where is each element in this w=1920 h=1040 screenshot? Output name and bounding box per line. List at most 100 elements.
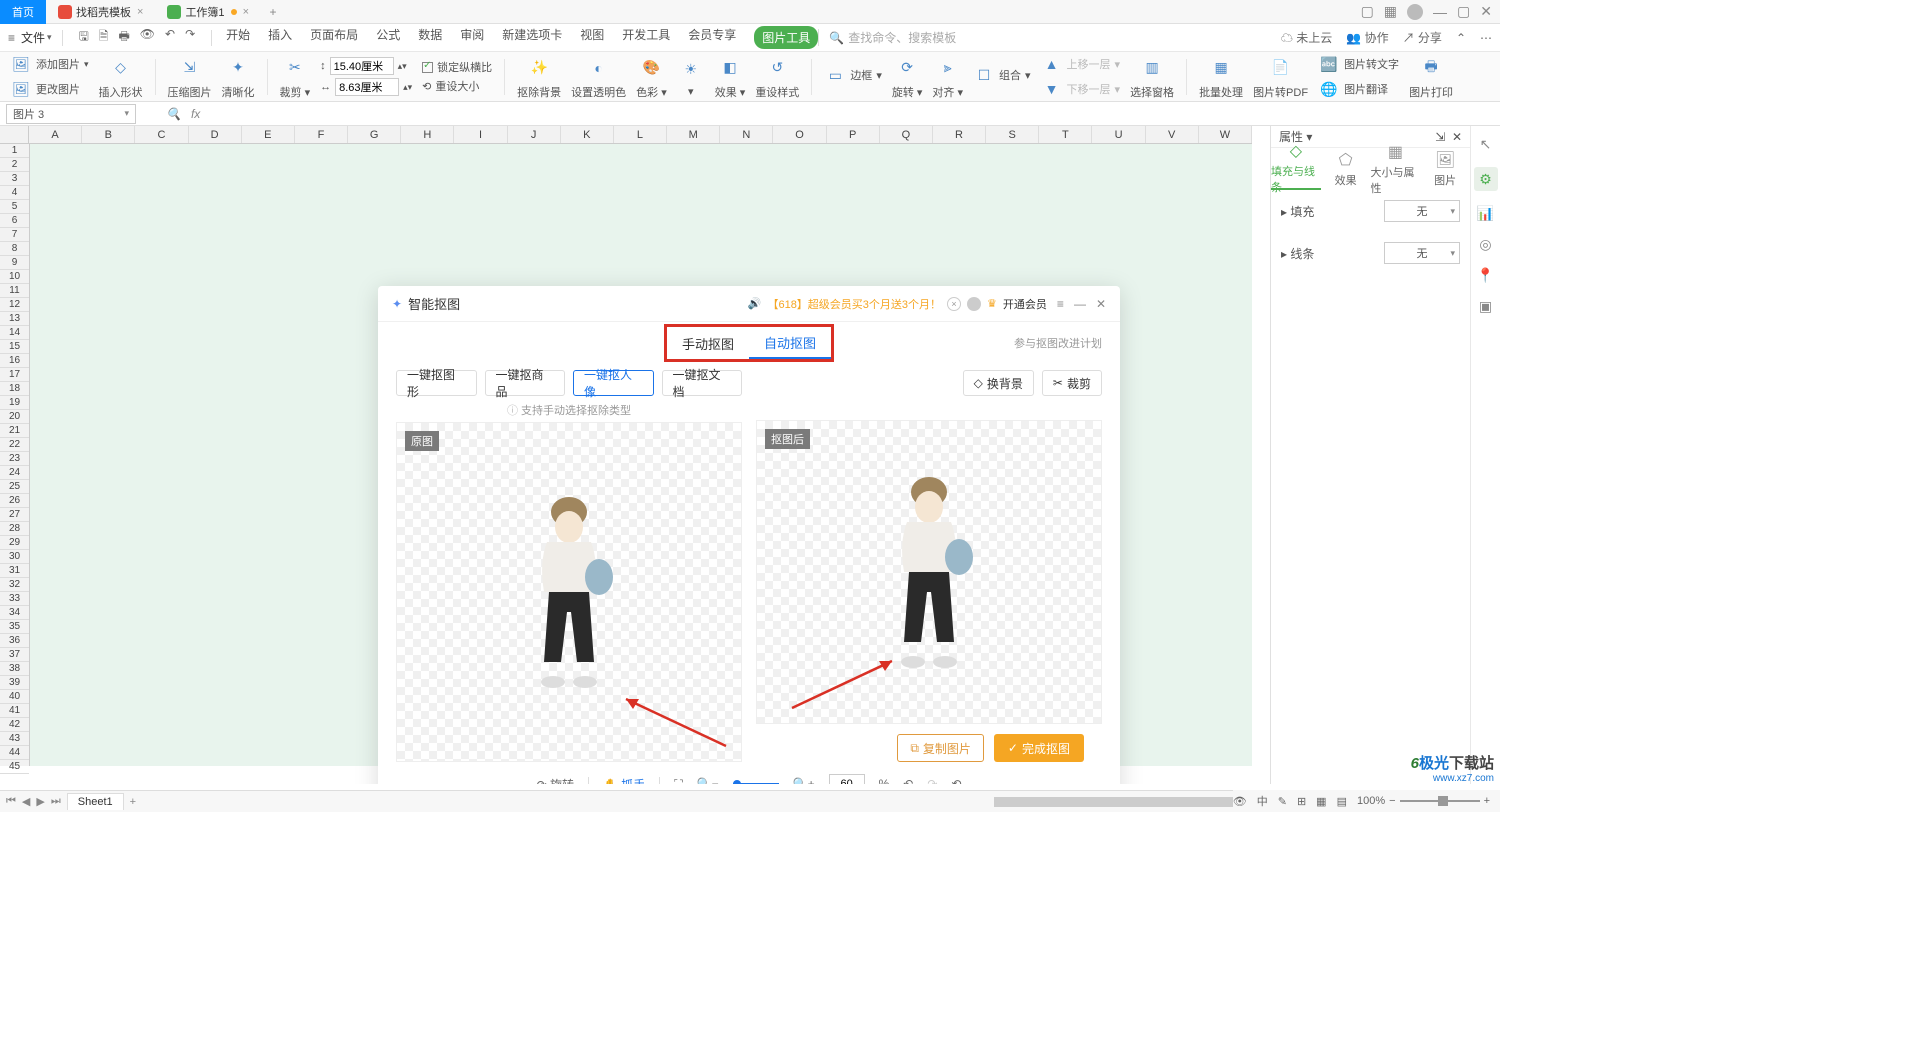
chevron-up-icon[interactable]: ⌃ (1456, 31, 1466, 45)
tab-workbook[interactable]: 工作簿1× (155, 0, 261, 24)
column-header[interactable]: J (508, 126, 561, 143)
close-icon[interactable]: ✕ (1096, 297, 1106, 311)
more-icon[interactable]: ⋯ (1480, 31, 1492, 45)
zoom-out-icon[interactable]: 🔍− (697, 777, 719, 784)
zoom-out-icon[interactable]: − (1389, 795, 1395, 807)
tab-devtools[interactable]: 开发工具 (622, 26, 670, 49)
row-header[interactable]: 26 (0, 494, 29, 508)
pin-icon[interactable]: ⇲ (1435, 130, 1445, 144)
column-header[interactable]: P (827, 126, 880, 143)
column-header[interactable]: B (82, 126, 135, 143)
row-header[interactable]: 32 (0, 578, 29, 592)
row-header[interactable]: 2 (0, 158, 29, 172)
set-transparency[interactable]: ◐设置透明色 (571, 54, 626, 100)
tab-view[interactable]: 视图 (580, 26, 604, 49)
width-input[interactable] (330, 57, 394, 75)
panel-close-icon[interactable]: ✕ (1452, 130, 1462, 144)
spell-icon[interactable]: ✎ (1278, 795, 1287, 808)
send-backward[interactable]: ▼下移一层 ▾ (1041, 78, 1121, 100)
reset-size[interactable]: ⟲重设大小 (422, 78, 492, 94)
column-header[interactable]: O (773, 126, 826, 143)
row-header[interactable]: 41 (0, 704, 29, 718)
change-bg-button[interactable]: ◇换背景 (963, 370, 1034, 396)
tab-review[interactable]: 审阅 (460, 26, 484, 49)
cloud-status[interactable]: ☁ 未上云 (1281, 29, 1332, 46)
column-header[interactable]: I (454, 126, 507, 143)
row-header[interactable]: 44 (0, 746, 29, 760)
tab-effect[interactable]: ⬠效果 (1321, 148, 1371, 190)
menu-icon[interactable]: ≡ (1057, 297, 1064, 311)
collab-button[interactable]: 👥 协作 (1346, 29, 1388, 46)
pic-print[interactable]: 🖶图片打印 (1409, 54, 1453, 100)
preview-icon[interactable]: 👁 (140, 27, 155, 48)
tab-picturetools[interactable]: 图片工具 (754, 26, 818, 49)
bring-forward[interactable]: ▲上移一层 ▾ (1041, 53, 1121, 75)
row-header[interactable]: 37 (0, 648, 29, 662)
row-header[interactable]: 33 (0, 592, 29, 606)
column-header[interactable]: N (720, 126, 773, 143)
member-link[interactable]: 开通会员 (1003, 296, 1047, 312)
tab-data[interactable]: 数据 (418, 26, 442, 49)
row-header[interactable]: 16 (0, 354, 29, 368)
rotate-button[interactable]: ⟳旋转 ▾ (892, 54, 923, 100)
tab-home[interactable]: 首页 (0, 0, 46, 24)
zoom-slider[interactable] (733, 783, 779, 784)
user-avatar[interactable] (1407, 4, 1423, 20)
rotate-tool[interactable]: ⟳ 旋转 (537, 776, 574, 785)
view-normal-icon[interactable]: ⊞ (1297, 795, 1306, 808)
column-header[interactable]: K (561, 126, 614, 143)
pic-to-pdf[interactable]: 📄图片转PDF (1253, 54, 1308, 100)
column-header[interactable]: R (933, 126, 986, 143)
border-button[interactable]: ▭边框 ▾ (824, 64, 882, 86)
tab-member[interactable]: 会员专享 (688, 26, 736, 49)
zoom-input[interactable] (829, 774, 865, 784)
row-header[interactable]: 42 (0, 718, 29, 732)
row-header[interactable]: 23 (0, 452, 29, 466)
row-header[interactable]: 45 (0, 760, 29, 774)
pin-tool-icon[interactable]: 📍 (1477, 267, 1494, 284)
row-header[interactable]: 27 (0, 508, 29, 522)
select-all-corner[interactable] (0, 126, 29, 143)
first-sheet-icon[interactable]: ⏮ (6, 795, 16, 808)
cutout-document-button[interactable]: 一键抠文档 (662, 370, 743, 396)
column-header[interactable]: M (667, 126, 720, 143)
copy-image-button[interactable]: ⧉复制图片 (897, 734, 984, 762)
row-header[interactable]: 12 (0, 298, 29, 312)
line-select[interactable]: 无 (1384, 242, 1460, 264)
command-search[interactable]: 🔍 查找命令、搜索模板 (818, 29, 956, 46)
file-menu[interactable]: 文件▾ (21, 29, 52, 46)
row-header[interactable]: 1 (0, 144, 29, 158)
fx-icon[interactable]: 🔍 fx (166, 107, 200, 121)
expand-fill[interactable]: ▸ 填充 (1281, 203, 1314, 220)
prev-sheet-icon[interactable]: ◀ (22, 795, 30, 808)
cutout-portrait-button[interactable]: 一键抠人像 (573, 370, 654, 396)
result-image[interactable]: 抠图后 (756, 420, 1102, 724)
effect-button[interactable]: ◧效果 ▾ (715, 54, 746, 100)
name-box[interactable]: 图片 3▾ (6, 104, 136, 124)
tab-custom[interactable]: 新建选项卡 (502, 26, 562, 49)
selection-pane[interactable]: ▥选择窗格 (1130, 54, 1174, 100)
row-header[interactable]: 15 (0, 340, 29, 354)
column-header[interactable]: U (1092, 126, 1145, 143)
row-header[interactable]: 3 (0, 172, 29, 186)
column-header[interactable]: D (189, 126, 242, 143)
zoom-in-icon[interactable]: + (1484, 795, 1490, 807)
save-icon[interactable]: 🖫 (79, 27, 89, 48)
box-tool-icon[interactable]: ▣ (1479, 298, 1492, 315)
group-button[interactable]: ☐组合 ▾ (973, 64, 1031, 86)
sheet-tab[interactable]: Sheet1 (67, 793, 124, 810)
settings-tool-icon[interactable]: ⚙ (1474, 167, 1498, 191)
tab-formula[interactable]: 公式 (376, 26, 400, 49)
tab-insert[interactable]: 插入 (268, 26, 292, 49)
minimize-icon[interactable]: — (1074, 297, 1086, 311)
cursor-tool-icon[interactable]: ↖ (1480, 136, 1492, 153)
row-header[interactable]: 17 (0, 368, 29, 382)
zoom-label[interactable]: 100% (1357, 795, 1385, 807)
feedback-link[interactable]: 参与抠图改进计划 (1014, 335, 1102, 351)
row-header[interactable]: 19 (0, 396, 29, 410)
column-header[interactable]: C (135, 126, 188, 143)
column-header[interactable]: E (242, 126, 295, 143)
row-header[interactable]: 4 (0, 186, 29, 200)
undo-icon[interactable]: ↶ (165, 27, 175, 48)
close-icon[interactable]: × (243, 6, 249, 18)
